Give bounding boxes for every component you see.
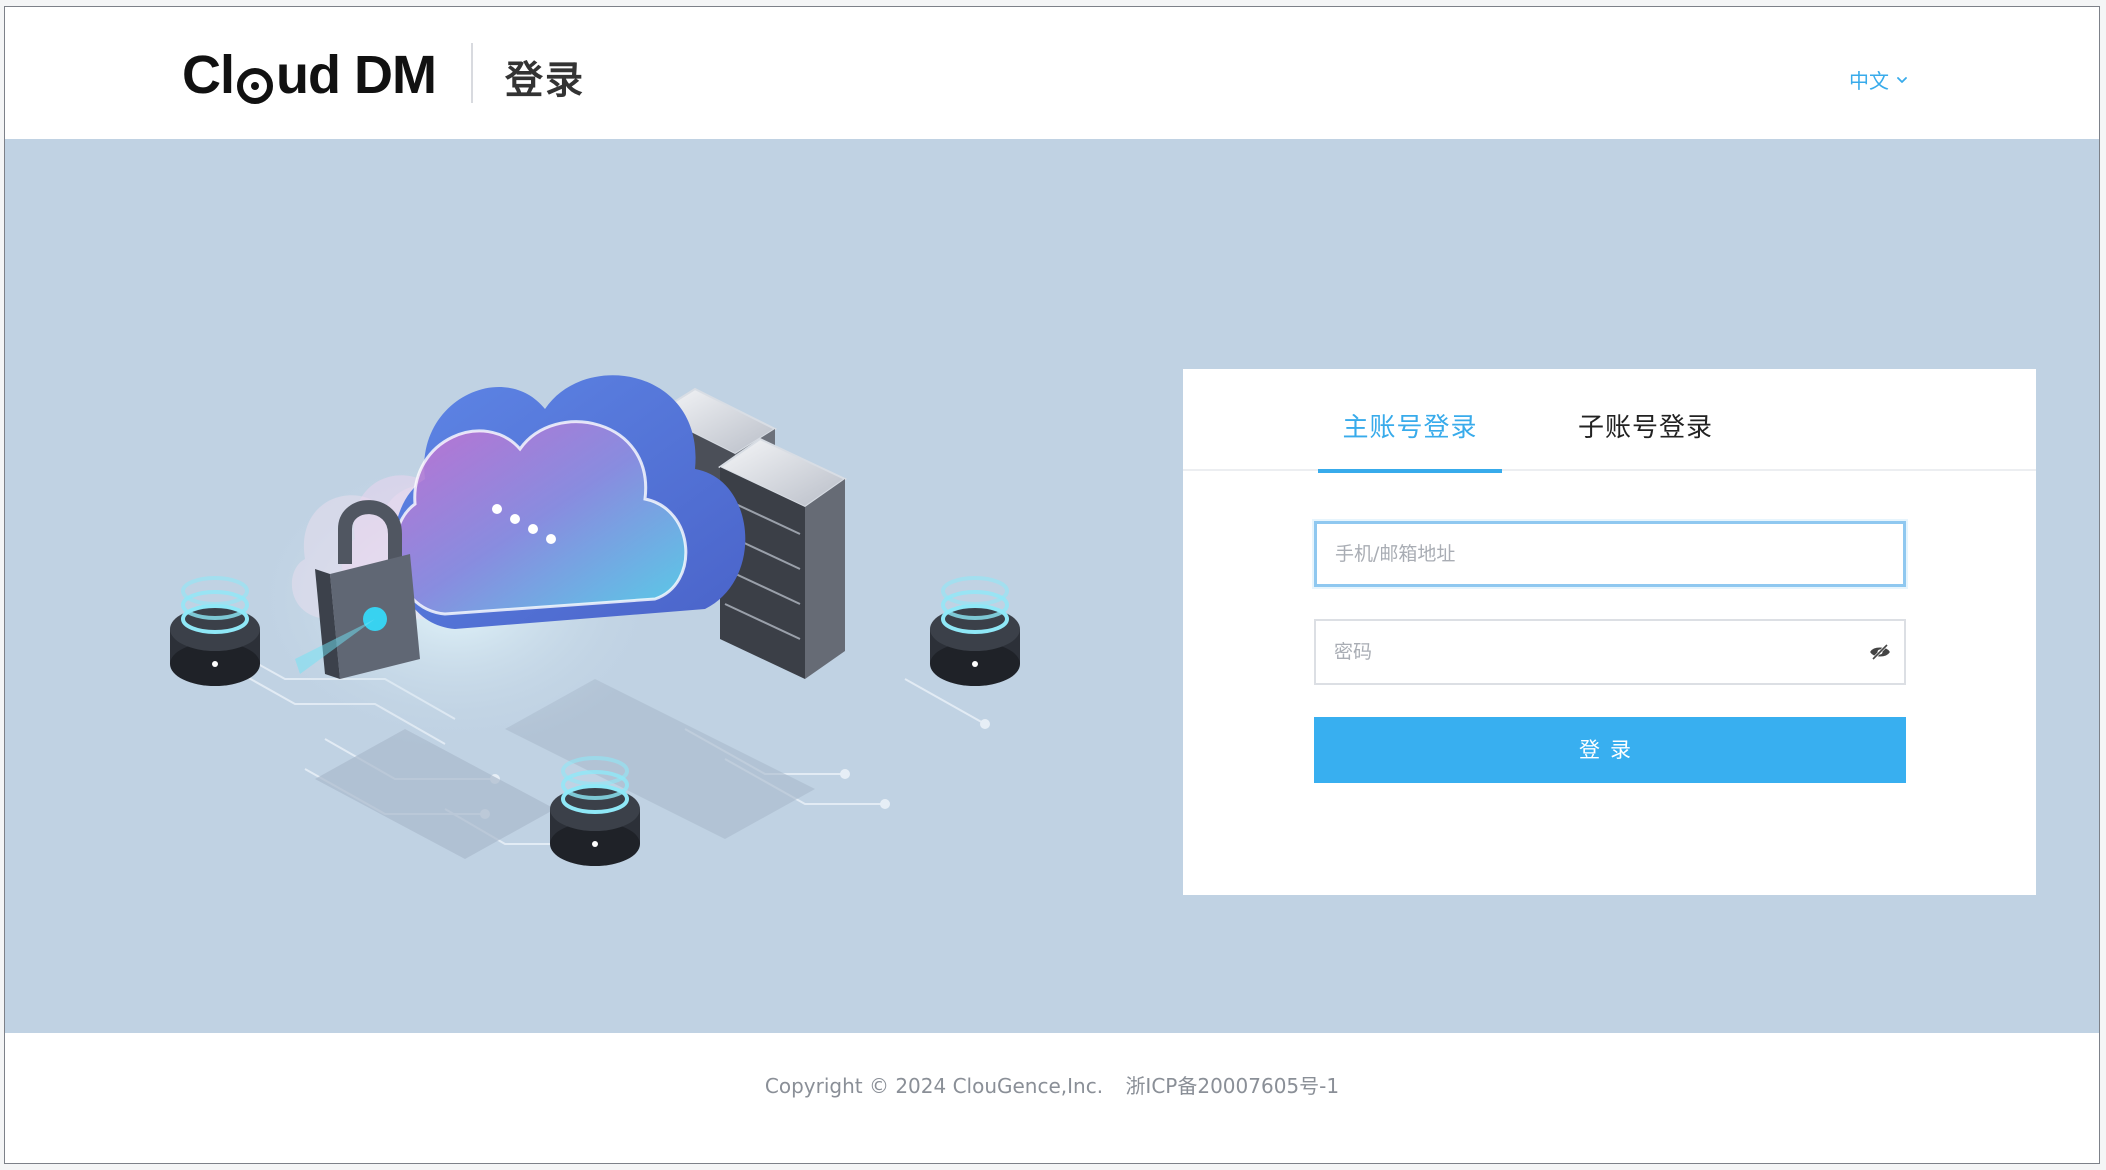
eye-off-icon[interactable] <box>1856 621 1904 683</box>
language-label: 中文 <box>1849 69 1889 93</box>
copyright-text: Copyright © 2024 ClouGence,Inc. <box>764 1074 1104 1098</box>
screen-frame: Cl ud DM 登录 中文 主账号登录 子账号登录 手机/邮箱地址 登录 Co… <box>0 0 2106 1170</box>
db-puck-left <box>170 576 260 686</box>
language-selector[interactable]: 中文 <box>1849 65 1909 94</box>
account-input[interactable] <box>1317 524 1903 584</box>
login-button[interactable]: 登录 <box>1314 717 1906 783</box>
tab-main-account[interactable]: 主账号登录 <box>1318 407 1502 473</box>
page-title: 登录 <box>505 58 586 102</box>
logo-text-left: Cl <box>182 45 235 105</box>
db-puck-right <box>930 576 1020 686</box>
tab-sub-account[interactable]: 子账号登录 <box>1578 407 1738 471</box>
logo-text-mid: ud <box>276 45 341 105</box>
logo-text-right: DM <box>353 45 437 105</box>
footer-text: Copyright © 2024 ClouGence,Inc. 浙ICP备200… <box>5 1070 2099 1099</box>
header-divider <box>471 43 473 103</box>
account-field[interactable] <box>1314 521 1906 587</box>
page-footer: Copyright © 2024 ClouGence,Inc. 浙ICP备200… <box>5 1033 2099 1163</box>
password-field[interactable] <box>1314 619 1906 685</box>
top-header: Cl ud DM 登录 中文 <box>5 7 2099 139</box>
chevron-down-icon <box>1895 68 1909 92</box>
clouddm-logo[interactable]: Cl ud DM <box>182 45 437 105</box>
db-puck-bottom <box>550 756 640 866</box>
browser-page: Cl ud DM 登录 中文 主账号登录 子账号登录 手机/邮箱地址 登录 Co… <box>4 6 2100 1164</box>
logo-o-mark-icon <box>235 55 275 104</box>
login-tabs: 主账号登录 子账号登录 <box>1183 369 2036 473</box>
login-card: 主账号登录 子账号登录 登录 <box>1183 369 2036 895</box>
login-banner: 主账号登录 子账号登录 登录 <box>5 139 2099 1033</box>
cloud-security-illustration <box>170 375 1020 866</box>
password-input[interactable] <box>1316 621 1856 683</box>
icp-link[interactable]: 浙ICP备20007605号-1 <box>1125 1074 1339 1098</box>
